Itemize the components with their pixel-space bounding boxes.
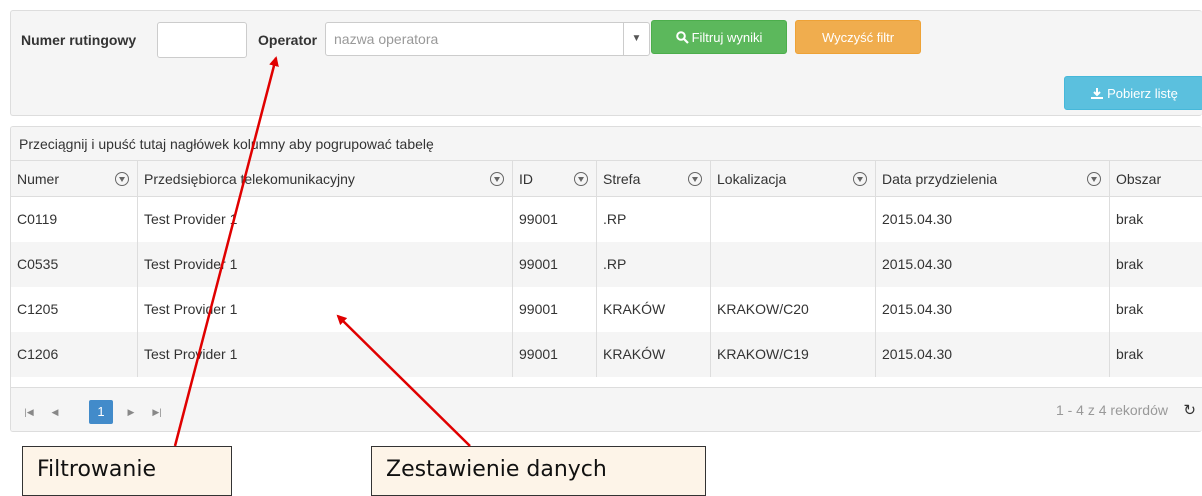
column-header-label: Strefa — [603, 171, 641, 187]
group-drop-area[interactable]: Przeciągnij i upuść tutaj nagłówek kolum… — [11, 127, 1202, 161]
column-header-label: ID — [519, 171, 533, 187]
cell-location — [710, 242, 875, 287]
filter-panel: Numer rutingowy Operator nazwa operatora… — [10, 10, 1202, 116]
cell-numer: C0119 — [17, 211, 58, 227]
operator-placeholder: nazwa operatora — [334, 31, 439, 47]
cell-id: 99001 — [512, 197, 596, 242]
first-page-icon[interactable]: |◀ — [17, 400, 41, 424]
column-header-zone[interactable]: Strefa — [596, 161, 710, 197]
cell-id: 99001 — [512, 332, 596, 377]
table-row[interactable]: C1205 Test Provider 1 99001 KRAKÓW KRAKO… — [11, 287, 1202, 332]
table-row[interactable]: C1206 Test Provider 1 99001 KRAKÓW KRAKO… — [11, 332, 1202, 377]
operator-select[interactable]: nazwa operatora ▼ — [325, 22, 650, 56]
cell-date: 2015.04.30 — [875, 197, 1109, 242]
column-filter-icon[interactable] — [115, 172, 129, 186]
cell-numer: C1206 — [17, 346, 59, 362]
column-filter-icon[interactable] — [688, 172, 702, 186]
cell-date: 2015.04.30 — [875, 332, 1109, 377]
cell-zone: KRAKÓW — [596, 332, 710, 377]
cell-numer: C0535 — [17, 256, 59, 272]
cell-id: 99001 — [512, 242, 596, 287]
filter-results-label: Filtruj wyniki — [691, 30, 763, 45]
column-header-label: Obszar — [1116, 171, 1162, 187]
clear-filter-button[interactable]: Wyczyść filtr — [795, 20, 921, 54]
table-row[interactable]: C0119 Test Provider 1 99001 .RP 2015.04.… — [11, 197, 1202, 242]
download-list-label: Pobierz listę — [1107, 86, 1178, 101]
column-header-label: Data przydzielenia — [882, 171, 998, 187]
grid-body: C0119 Test Provider 1 99001 .RP 2015.04.… — [11, 197, 1202, 377]
column-header-id[interactable]: ID — [512, 161, 596, 197]
cell-date: 2015.04.30 — [875, 287, 1109, 332]
operator-label: Operator — [258, 32, 318, 48]
cell-zone: .RP — [596, 242, 710, 287]
annotation-filtering: Filtrowanie — [22, 446, 232, 496]
column-header-label: Lokalizacja — [717, 171, 787, 187]
cell-area: brak — [1109, 332, 1202, 377]
refresh-icon[interactable]: ↻ — [1183, 401, 1196, 419]
grid-header: Numer Przedsiębiorca telekomunikacyjny I… — [11, 161, 1202, 197]
cell-provider: Test Provider 1 — [137, 332, 512, 377]
cell-date: 2015.04.30 — [875, 242, 1109, 287]
column-header-label: Numer — [17, 171, 60, 187]
cell-location — [710, 197, 875, 242]
column-header-date[interactable]: Data przydzielenia — [875, 161, 1109, 197]
pager-info: 1 - 4 z 4 rekordów — [1055, 402, 1168, 418]
search-icon — [675, 31, 689, 44]
column-header-label: Przedsiębiorca telekomunikacyjny — [144, 171, 355, 187]
page-button-current[interactable]: 1 — [89, 400, 113, 424]
cell-numer: C1205 — [17, 301, 59, 317]
filter-results-button[interactable]: Filtruj wyniki — [651, 20, 787, 54]
annotation-data-summary: Zestawienie danych — [371, 446, 706, 496]
cell-area: brak — [1109, 242, 1202, 287]
last-page-icon[interactable]: ▶| — [145, 400, 169, 424]
column-filter-icon[interactable] — [1087, 172, 1101, 186]
column-header-numer[interactable]: Numer — [11, 161, 137, 197]
column-filter-icon[interactable] — [853, 172, 867, 186]
cell-id: 99001 — [512, 287, 596, 332]
download-list-button[interactable]: Pobierz listę — [1064, 76, 1202, 110]
cell-location: KRAKOW/C20 — [710, 287, 875, 332]
cell-provider: Test Provider 1 — [137, 242, 512, 287]
column-header-location[interactable]: Lokalizacja — [710, 161, 875, 197]
cell-zone: .RP — [596, 197, 710, 242]
column-filter-icon[interactable] — [574, 172, 588, 186]
cell-location: KRAKOW/C19 — [710, 332, 875, 377]
chevron-down-icon[interactable]: ▼ — [623, 23, 649, 55]
cell-provider: Test Provider 1 — [137, 287, 512, 332]
prev-page-icon[interactable]: ◀ — [43, 400, 67, 424]
next-page-icon[interactable]: ▶ — [119, 400, 143, 424]
cell-area: brak — [1109, 287, 1202, 332]
pager: |◀ ◀ 1 ▶ ▶| 1 - 4 z 4 rekordów ↻ — [11, 387, 1202, 431]
cell-zone: KRAKÓW — [596, 287, 710, 332]
download-icon — [1091, 88, 1104, 99]
routing-number-label: Numer rutingowy — [21, 32, 137, 48]
column-header-provider[interactable]: Przedsiębiorca telekomunikacyjny — [137, 161, 512, 197]
table-row[interactable]: C0535 Test Provider 1 99001 .RP 2015.04.… — [11, 242, 1202, 287]
column-header-area[interactable]: Obszar — [1109, 161, 1202, 197]
cell-area: brak — [1109, 197, 1202, 242]
clear-filter-label: Wyczyść filtr — [821, 30, 895, 45]
column-filter-icon[interactable] — [490, 172, 504, 186]
routing-number-input[interactable] — [157, 22, 247, 58]
cell-provider: Test Provider 1 — [137, 197, 512, 242]
data-grid: Przeciągnij i upuść tutaj nagłówek kolum… — [10, 126, 1202, 432]
